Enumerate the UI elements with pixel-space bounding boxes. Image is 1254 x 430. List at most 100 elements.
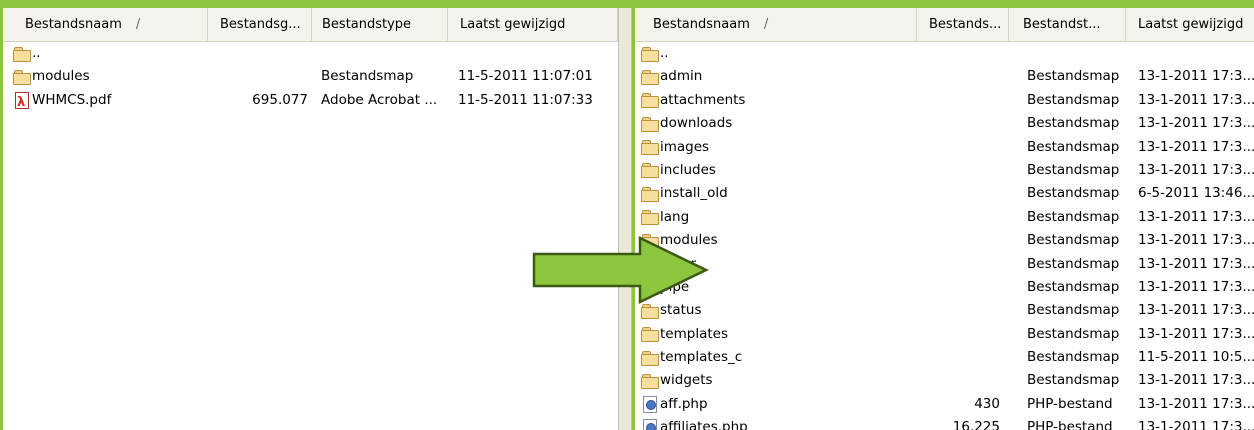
file-name-cell[interactable]: admin: [641, 65, 917, 88]
file-row[interactable]: attachments Bestandsmap 13-1-2011 17:3...: [635, 89, 1254, 112]
file-name: ..: [660, 45, 669, 61]
file-name-cell[interactable]: widgets: [641, 369, 917, 392]
file-row[interactable]: lang Bestandsmap 13-1-2011 17:3...: [635, 206, 1254, 229]
file-row[interactable]: images Bestandsmap 13-1-2011 17:3...: [635, 136, 1254, 159]
file-row[interactable]: templates Bestandsmap 13-1-2011 17:3...: [635, 323, 1254, 346]
file-modified: 13-1-2011 17:3...: [1138, 208, 1254, 225]
sort-indicator-icon: /: [135, 17, 141, 32]
column-header-type-label: Bestandst...: [1023, 17, 1101, 32]
column-header-name[interactable]: Bestandsnaam /: [635, 8, 917, 41]
file-row[interactable]: affiliates.php 16.225 PHP-bestand 13-1-2011…: [635, 416, 1254, 430]
file-type: Bestandsmap: [1027, 232, 1120, 249]
file-row[interactable]: admin Bestandsmap 13-1-2011 17:3...: [635, 65, 1254, 88]
column-header-modified[interactable]: Laatst gewijzigd: [1126, 8, 1254, 41]
file-modified: [458, 42, 618, 65]
sort-indicator-icon: /: [763, 17, 769, 32]
column-header-size-label: Bestandsg...: [220, 17, 301, 32]
file-row[interactable]: WHMCS.pdf 695.077 Adobe Acrobat ... 11-5-20…: [3, 89, 621, 112]
column-header-row: Bestandsnaam / Bestands... Bestandst... L…: [635, 8, 1254, 42]
column-header-modified[interactable]: Laatst gewijzigd: [448, 8, 618, 41]
file-row[interactable]: aff.php 430 PHP-bestand 13-1-2011 17:3...: [635, 393, 1254, 416]
file-name-cell[interactable]: WHMCS.pdf: [13, 89, 208, 112]
file-type: Bestandsmap: [1027, 302, 1120, 319]
file-size: [208, 42, 308, 65]
file-size: [917, 206, 1000, 229]
file-name-cell[interactable]: lang: [641, 206, 917, 229]
file-type: Bestandsmap: [1027, 185, 1120, 202]
file-name-cell[interactable]: templates: [641, 323, 917, 346]
file-modified: 13-1-2011 17:3...: [1138, 138, 1254, 155]
pane-splitter[interactable]: [618, 8, 632, 430]
file-name-cell[interactable]: downloads: [641, 112, 917, 135]
pdf-file-icon: [15, 91, 29, 112]
file-type: Bestandsmap: [1027, 115, 1120, 132]
file-modified: 6-5-2011 13:46...: [1138, 185, 1254, 202]
file-type: Bestandsmap: [1027, 161, 1120, 178]
file-size: 16.225: [952, 419, 1000, 430]
file-size: [917, 346, 1000, 369]
local-file-list[interactable]: Bestandsnaam / Bestandsg... Bestandstype …: [0, 8, 621, 430]
remote-file-list[interactable]: Bestandsnaam / Bestands... Bestandst... L…: [632, 8, 1254, 430]
file-name-cell[interactable]: templates_c: [641, 346, 917, 369]
file-rows: .. admin Bestandsmap 13-1-2011 17:3... attac…: [635, 42, 1254, 430]
file-name-cell[interactable]: ..: [13, 42, 208, 65]
file-size: 430: [974, 395, 1000, 412]
file-modified: 13-1-2011 17:3...: [1138, 115, 1254, 132]
file-type: Bestandsmap: [1027, 91, 1120, 108]
file-name-cell[interactable]: aff.php: [641, 393, 917, 416]
file-name-cell[interactable]: includes: [641, 159, 917, 182]
file-type: PHP-bestand: [1027, 419, 1113, 430]
file-name: attachments: [660, 91, 746, 108]
column-header-size-label: Bestands...: [929, 17, 1002, 32]
file-name: aff.php: [660, 395, 708, 412]
file-size: [917, 136, 1000, 159]
file-name-cell[interactable]: images: [641, 136, 917, 159]
php-file-icon: [643, 395, 657, 413]
file-name-cell[interactable]: attachments: [641, 89, 917, 112]
file-type: [1027, 42, 1126, 65]
folder-icon: [641, 46, 659, 62]
file-row[interactable]: status Bestandsmap 13-1-2011 17:3...: [635, 299, 1254, 322]
file-name-cell[interactable]: install_old: [641, 182, 917, 205]
folder-icon: [641, 116, 659, 132]
file-type: Bestandsmap: [321, 68, 414, 85]
file-modified: 13-1-2011 17:3...: [1138, 278, 1254, 295]
file-row[interactable]: pipe Bestandsmap 13-1-2011 17:3...: [635, 276, 1254, 299]
file-row[interactable]: widgets Bestandsmap 13-1-2011 17:3...: [635, 369, 1254, 392]
file-type: Bestandsmap: [1027, 255, 1120, 272]
column-header-type[interactable]: Bestandstype: [312, 8, 448, 41]
column-header-name[interactable]: Bestandsnaam /: [3, 8, 208, 41]
file-name-cell[interactable]: ..: [641, 42, 917, 65]
column-header-type[interactable]: Bestandst...: [1009, 8, 1126, 41]
file-rows: .. modules Bestandsmap 11-5-2011 11:07:01 WH…: [3, 42, 621, 112]
file-row[interactable]: ..: [3, 42, 621, 65]
file-row[interactable]: ..: [635, 42, 1254, 65]
folder-icon: [641, 69, 659, 85]
file-size: [917, 42, 1000, 65]
column-header-size[interactable]: Bestands...: [917, 8, 1009, 41]
file-row[interactable]: install_old Bestandsmap 6-5-2011 13:46...: [635, 182, 1254, 205]
folder-icon: [641, 186, 659, 202]
file-name: admin: [660, 68, 703, 85]
column-header-name-label: Bestandsnaam: [653, 17, 750, 32]
file-row[interactable]: downloads Bestandsmap 13-1-2011 17:3...: [635, 112, 1254, 135]
file-name-cell[interactable]: modules: [13, 65, 208, 88]
file-modified: 13-1-2011 17:3...: [1138, 91, 1254, 108]
file-name: modules: [32, 68, 90, 85]
file-row[interactable]: includes Bestandsmap 13-1-2011 17:3...: [635, 159, 1254, 182]
file-row[interactable]: modules Bestandsmap 11-5-2011 11:07:01: [3, 65, 621, 88]
file-modified: 11-5-2011 11:07:01: [458, 68, 593, 85]
file-row[interactable]: templates_c Bestandsmap 11-5-2011 10:5...: [635, 346, 1254, 369]
php-file-icon: [643, 419, 657, 430]
file-row[interactable]: modules Bestandsmap 13-1-2011 17:3...: [635, 229, 1254, 252]
file-size: [917, 253, 1000, 276]
file-modified: 13-1-2011 17:3...: [1138, 325, 1254, 342]
file-name-cell[interactable]: affiliates.php: [641, 416, 917, 430]
file-size: [917, 276, 1000, 299]
folder-icon: [641, 93, 659, 109]
file-row[interactable]: orderBestandsmap13-1-2011 17:3...: [635, 253, 1254, 276]
column-header-size[interactable]: Bestandsg...: [208, 8, 312, 41]
file-size: [208, 65, 308, 88]
folder-icon: [641, 373, 659, 389]
folder-icon: [13, 69, 31, 85]
